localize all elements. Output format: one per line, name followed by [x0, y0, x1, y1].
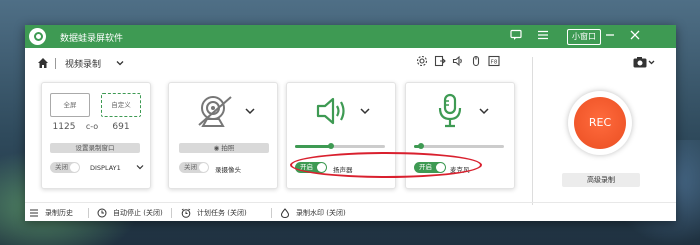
screen-toggle[interactable]: 关闭	[50, 162, 80, 173]
camera-label: 录摄像头	[215, 166, 241, 174]
menu-icon[interactable]	[536, 29, 550, 43]
toggle-knob	[199, 163, 208, 172]
close-icon[interactable]	[628, 29, 642, 43]
auto-stop-label: 自动停止 (关闭)	[113, 209, 163, 217]
webcam-disabled-icon	[198, 96, 232, 127]
mode-toolbar: 视频录制 F8	[25, 48, 676, 78]
footer-divider	[271, 208, 272, 218]
mini-window-button[interactable]: 小窗口	[567, 29, 601, 45]
chevron-down-icon[interactable]	[115, 58, 125, 68]
auto-stop-link[interactable]: 自动停止 (关闭)	[97, 208, 163, 218]
screenshot-camera-icon[interactable]	[633, 56, 655, 68]
alarm-clock-icon	[181, 208, 191, 218]
clock-icon	[97, 208, 107, 218]
display-label: DISPLAY1	[90, 164, 121, 172]
speaker-volume-handle[interactable]	[328, 143, 334, 149]
watermark-link[interactable]: 录制水印 (关闭)	[280, 208, 346, 218]
custom-area-option[interactable]: 自定义	[101, 93, 141, 117]
fullscreen-option[interactable]: 全屏	[50, 93, 90, 117]
scheduled-task-link[interactable]: 计划任务 (关闭)	[181, 208, 247, 218]
microphone-volume-slider[interactable]	[414, 143, 504, 149]
speaker-small-icon[interactable]	[451, 55, 465, 69]
app-logo-icon	[29, 28, 46, 45]
speaker-chevron-down-icon[interactable]	[359, 105, 371, 117]
footer-divider	[171, 208, 172, 218]
camera-chevron-down-icon[interactable]	[244, 105, 256, 117]
scheduled-task-label: 计划任务 (关闭)	[197, 209, 247, 217]
recording-history-label: 录制历史	[45, 209, 73, 217]
rec-button-ring: REC	[568, 91, 632, 155]
microphone-icon	[438, 93, 462, 128]
red-annotation-ellipse	[290, 152, 482, 178]
footer-bar: 录制历史 自动停止 (关闭) 计划任务 (关闭) 录制水印 (关闭)	[25, 202, 676, 222]
camera-toggle-label: 关闭	[184, 163, 197, 171]
toolbar-divider	[55, 58, 56, 69]
display-chevron-down-icon[interactable]	[135, 162, 145, 172]
microphone-volume-handle[interactable]	[418, 143, 425, 149]
app-title: 数据蛙录屏软件	[60, 34, 124, 44]
settings-gear-icon[interactable]	[415, 55, 429, 69]
toggle-knob	[70, 163, 79, 172]
watermark-label: 录制水印 (关闭)	[296, 209, 346, 217]
set-recording-window-button[interactable]: 设置录制窗口	[50, 143, 140, 153]
title-bar: 数据蛙录屏软件 小窗口	[25, 25, 676, 48]
hotkey-icon[interactable]: F8	[487, 55, 501, 69]
footer-divider	[88, 208, 89, 218]
recording-history-link[interactable]: 录制历史	[29, 208, 73, 218]
feedback-icon[interactable]	[509, 29, 523, 43]
water-drop-icon	[280, 208, 290, 218]
recording-mode-label[interactable]: 视频录制	[65, 57, 101, 70]
rec-button[interactable]: REC	[574, 97, 626, 149]
camera-card: ◉ 拍照 关闭 录摄像头	[168, 82, 278, 189]
take-photo-label: 拍照	[221, 144, 235, 152]
advanced-recording-button[interactable]: 高级录制	[562, 173, 640, 187]
home-icon[interactable]	[37, 57, 49, 69]
export-icon[interactable]	[433, 55, 447, 69]
screen-toggle-label: 关闭	[55, 163, 68, 171]
app-window: 数据蛙录屏软件 小窗口 视频录制 F8 全屏 自定义 1125 c-o 691 …	[25, 25, 676, 221]
rec-panel-divider	[532, 57, 533, 205]
aspect-lock-icon[interactable]: c-o	[80, 121, 104, 133]
take-photo-button[interactable]: ◉ 拍照	[179, 143, 269, 153]
svg-text:F8: F8	[491, 60, 498, 66]
width-input[interactable]: 1125	[49, 121, 79, 133]
microphone-chevron-down-icon[interactable]	[478, 105, 490, 117]
screen-area-card: 全屏 自定义 1125 c-o 691 设置录制窗口 关闭 DISPLAY1	[41, 82, 151, 189]
height-input[interactable]: 691	[106, 121, 136, 133]
speaker-volume-slider[interactable]	[295, 143, 385, 149]
mouse-icon[interactable]	[469, 55, 483, 69]
speaker-icon	[316, 97, 345, 125]
camera-toggle[interactable]: 关闭	[179, 162, 209, 173]
minimize-icon[interactable]	[603, 29, 617, 43]
speaker-volume-fill	[295, 145, 331, 148]
history-list-icon	[30, 209, 38, 217]
